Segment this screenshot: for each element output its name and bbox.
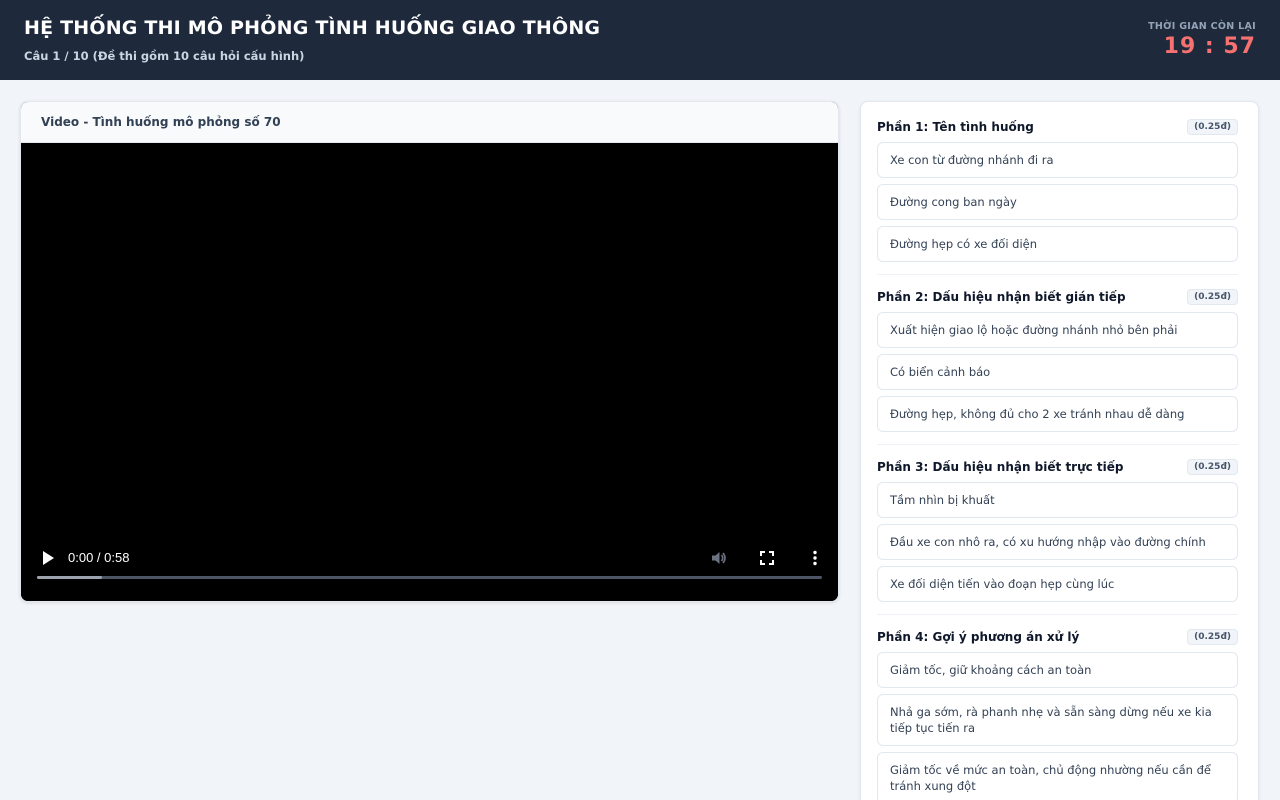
section-title: Phần 1: Tên tình huống	[877, 120, 1034, 134]
video-progress-bar[interactable]	[37, 576, 822, 579]
answer-option[interactable]: Có biển cảnh báo	[877, 354, 1238, 390]
header-text: HỆ THỐNG THI MÔ PHỎNG TÌNH HUỐNG GIAO TH…	[24, 17, 600, 63]
answer-option[interactable]: Giảm tốc về mức an toàn, chủ động nhường…	[877, 752, 1238, 800]
question-panel: Phần 1: Tên tình huống (0.25đ) Xe con từ đ…	[860, 101, 1259, 800]
section-header: Phần 4: Gợi ý phương án xử lý (0.25đ)	[877, 628, 1238, 646]
section-4: Phần 4: Gợi ý phương án xử lý (0.25đ) Giảm…	[877, 628, 1238, 800]
points-badge: (0.25đ)	[1187, 289, 1238, 305]
answer-option[interactable]: Xuất hiện giao lộ hoặc đường nhánh nhỏ b…	[877, 312, 1238, 348]
section-1: Phần 1: Tên tình huống (0.25đ) Xe con từ đ…	[877, 118, 1238, 275]
sections-list: Phần 1: Tên tình huống (0.25đ) Xe con từ đ…	[877, 118, 1238, 800]
answer-option[interactable]: Giảm tốc, giữ khoảng cách an toàn	[877, 652, 1238, 688]
video-title: Video - Tình huống mô phỏng số 70	[21, 102, 838, 143]
more-options-icon[interactable]	[806, 549, 824, 567]
answer-option[interactable]: Xe con từ đường nhánh đi ra	[877, 142, 1238, 178]
fullscreen-icon[interactable]	[758, 549, 776, 567]
section-title: Phần 3: Dấu hiệu nhận biết trực tiếp	[877, 460, 1124, 474]
section-header: Phần 2: Dấu hiệu nhận biết gián tiếp (0.2…	[877, 288, 1238, 306]
answer-option[interactable]: Đầu xe con nhô ra, có xu hướng nhập vào …	[877, 524, 1238, 560]
section-title: Phần 4: Gợi ý phương án xử lý	[877, 630, 1080, 644]
points-badge: (0.25đ)	[1187, 119, 1238, 135]
points-badge: (0.25đ)	[1187, 459, 1238, 475]
section-2: Phần 2: Dấu hiệu nhận biết gián tiếp (0.2…	[877, 288, 1238, 445]
play-icon[interactable]	[39, 549, 57, 567]
page-title: HỆ THỐNG THI MÔ PHỎNG TÌNH HUỐNG GIAO TH…	[24, 17, 601, 39]
answer-option[interactable]: Xe đối diện tiến vào đoạn hẹp cùng lúc	[877, 566, 1238, 602]
section-3: Phần 3: Dấu hiệu nhận biết trực tiếp (0.2…	[877, 458, 1238, 615]
section-header: Phần 1: Tên tình huống (0.25đ)	[877, 118, 1238, 136]
answer-option[interactable]: Đường hẹp có xe đối diện	[877, 226, 1238, 262]
top-header: HỆ THỐNG THI MÔ PHỎNG TÌNH HUỐNG GIAO TH…	[0, 0, 1280, 80]
answer-option[interactable]: Nhả ga sớm, rà phanh nhẹ và sẵn sàng dừn…	[877, 694, 1238, 746]
answer-option[interactable]: Đường cong ban ngày	[877, 184, 1238, 220]
countdown-timer: THỜI GIAN CÒN LẠI 19 : 57	[1148, 21, 1256, 59]
video-buffered-fill	[37, 576, 103, 579]
timer-value: 19 : 57	[1163, 34, 1256, 59]
volume-icon[interactable]	[710, 549, 728, 567]
timer-label: THỜI GIAN CÒN LẠI	[1148, 21, 1256, 32]
section-header: Phần 3: Dấu hiệu nhận biết trực tiếp (0.2…	[877, 458, 1238, 476]
video-controls: 0:00 / 0:58	[21, 533, 838, 601]
points-badge: (0.25đ)	[1187, 629, 1238, 645]
video-card: Video - Tình huống mô phỏng số 70 0:00 /…	[20, 101, 839, 602]
section-title: Phần 2: Dấu hiệu nhận biết gián tiếp	[877, 290, 1126, 304]
video-player[interactable]: 0:00 / 0:58	[21, 143, 838, 601]
video-time: 0:00 / 0:58	[68, 550, 130, 565]
question-counter: Câu 1 / 10 (Đề thi gồm 10 câu hỏi cấu hì…	[24, 49, 305, 63]
answer-option[interactable]: Đường hẹp, không đủ cho 2 xe tránh nhau …	[877, 396, 1238, 432]
answer-option[interactable]: Tầm nhìn bị khuất	[877, 482, 1238, 518]
